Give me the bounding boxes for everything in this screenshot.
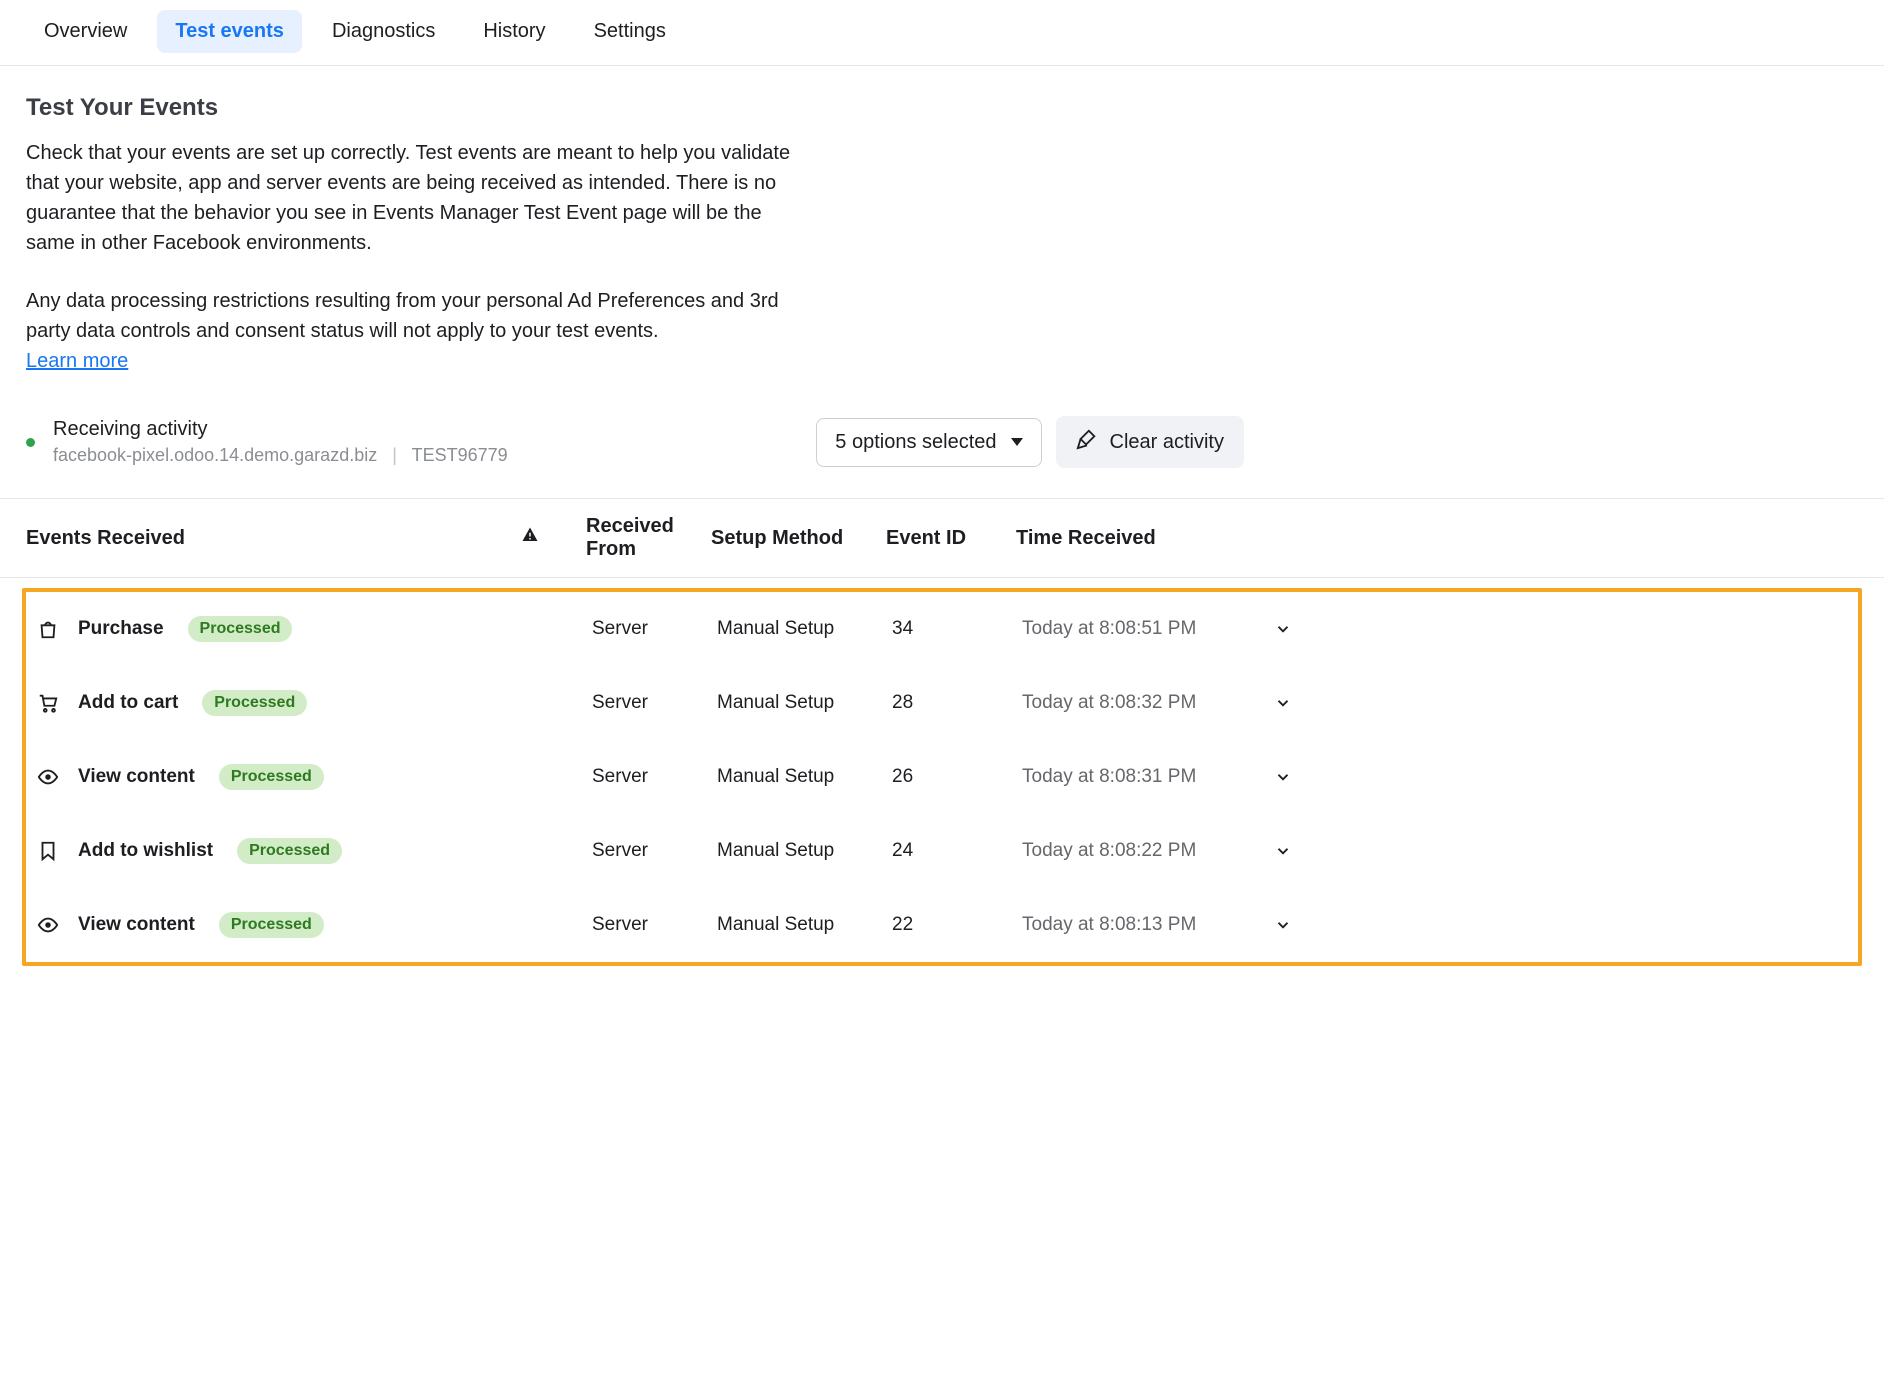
event-method: Manual Setup	[717, 692, 892, 714]
activity-subtitle: facebook-pixel.odoo.14.demo.garazd.biz |…	[53, 445, 508, 466]
table-row[interactable]: Add to cart Processed Server Manual Setu…	[26, 666, 1858, 740]
description: Check that your events are set up correc…	[26, 138, 816, 376]
content-area: Test Your Events Check that your events …	[0, 66, 1270, 468]
activity-left: Receiving activity facebook-pixel.odoo.1…	[26, 418, 508, 466]
event-name: View content	[78, 766, 195, 788]
col-time-received: Time Received	[1016, 527, 1236, 550]
event-method: Manual Setup	[717, 766, 892, 788]
event-time: Today at 8:08:22 PM	[1022, 840, 1242, 862]
warning-icon	[521, 527, 539, 549]
bag-icon	[36, 618, 60, 640]
event-name: Add to wishlist	[78, 840, 213, 862]
event-name: Purchase	[78, 618, 164, 640]
activity-row: Receiving activity facebook-pixel.odoo.1…	[26, 416, 1244, 468]
description-p2: Any data processing restrictions resulti…	[26, 290, 779, 342]
page-title: Test Your Events	[26, 94, 1244, 122]
table-row[interactable]: Purchase Processed Server Manual Setup 3…	[26, 592, 1858, 666]
col-received-from: Received From	[586, 515, 711, 561]
col-setup-method: Setup Method	[711, 527, 886, 550]
status-badge: Processed	[219, 912, 324, 938]
tab-settings[interactable]: Settings	[576, 10, 684, 53]
event-method: Manual Setup	[717, 840, 892, 862]
activity-domain: facebook-pixel.odoo.14.demo.garazd.biz	[53, 445, 377, 465]
event-id: 22	[892, 914, 1022, 936]
filter-label: 5 options selected	[835, 431, 996, 454]
event-method: Manual Setup	[717, 914, 892, 936]
tab-diagnostics[interactable]: Diagnostics	[314, 10, 453, 53]
event-from: Server	[592, 840, 717, 862]
activity-test-id: TEST96779	[412, 445, 508, 465]
divider: |	[392, 445, 397, 465]
events-highlight-box: Purchase Processed Server Manual Setup 3…	[22, 588, 1862, 966]
tabs-bar: Overview Test events Diagnostics History…	[0, 0, 1884, 66]
col-events-received: Events Received	[26, 527, 521, 550]
clear-activity-label: Clear activity	[1110, 431, 1224, 454]
expand-row[interactable]	[1242, 694, 1302, 712]
event-time: Today at 8:08:51 PM	[1022, 618, 1242, 640]
description-p1: Check that your events are set up correc…	[26, 138, 816, 258]
table-row[interactable]: View content Processed Server Manual Set…	[26, 740, 1858, 814]
status-dot-icon	[26, 438, 35, 447]
event-method: Manual Setup	[717, 618, 892, 640]
eye-icon	[36, 766, 60, 788]
caret-down-icon	[1011, 438, 1023, 446]
broom-icon	[1076, 428, 1098, 456]
status-badge: Processed	[237, 838, 342, 864]
bookmark-icon	[36, 840, 60, 862]
clear-activity-button[interactable]: Clear activity	[1056, 416, 1244, 468]
col-event-id: Event ID	[886, 527, 1016, 550]
table-row[interactable]: Add to wishlist Processed Server Manual …	[26, 814, 1858, 888]
event-name: Add to cart	[78, 692, 178, 714]
tab-history[interactable]: History	[465, 10, 563, 53]
event-name: View content	[78, 914, 195, 936]
event-time: Today at 8:08:31 PM	[1022, 766, 1242, 788]
activity-title: Receiving activity	[53, 418, 508, 441]
status-badge: Processed	[188, 616, 293, 642]
expand-row[interactable]	[1242, 842, 1302, 860]
event-from: Server	[592, 766, 717, 788]
event-id: 34	[892, 618, 1022, 640]
status-badge: Processed	[202, 690, 307, 716]
event-from: Server	[592, 914, 717, 936]
event-from: Server	[592, 692, 717, 714]
table-row[interactable]: View content Processed Server Manual Set…	[26, 888, 1858, 962]
filter-select[interactable]: 5 options selected	[816, 418, 1041, 467]
event-id: 26	[892, 766, 1022, 788]
event-id: 28	[892, 692, 1022, 714]
event-time: Today at 8:08:13 PM	[1022, 914, 1242, 936]
expand-row[interactable]	[1242, 620, 1302, 638]
expand-row[interactable]	[1242, 916, 1302, 934]
learn-more-link[interactable]: Learn more	[26, 350, 128, 372]
col-warning	[521, 526, 586, 550]
tab-overview[interactable]: Overview	[26, 10, 145, 53]
status-badge: Processed	[219, 764, 324, 790]
event-time: Today at 8:08:32 PM	[1022, 692, 1242, 714]
event-id: 24	[892, 840, 1022, 862]
event-from: Server	[592, 618, 717, 640]
expand-row[interactable]	[1242, 768, 1302, 786]
cart-icon	[36, 692, 60, 714]
eye-icon	[36, 914, 60, 936]
table-header: Events Received Received From Setup Meth…	[0, 498, 1884, 578]
tab-test-events[interactable]: Test events	[157, 10, 302, 53]
